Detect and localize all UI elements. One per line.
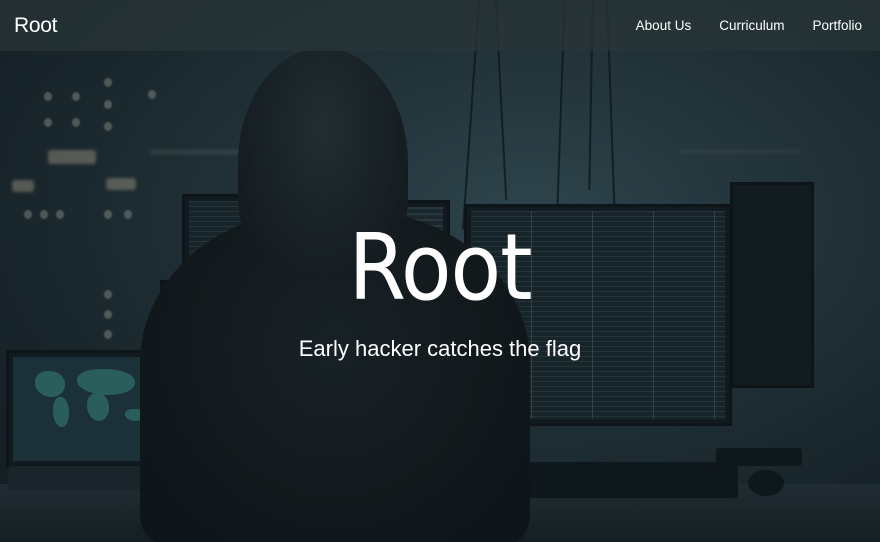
hero-title: Root	[348, 214, 532, 321]
hero-content: Root Early hacker catches the flag	[0, 218, 880, 362]
nav-links: About Us Curriculum Portfolio	[636, 18, 862, 33]
top-navbar: Root About Us Curriculum Portfolio	[0, 0, 880, 51]
nav-link-portfolio[interactable]: Portfolio	[812, 18, 862, 33]
hero-section: Root About Us Curriculum Portfolio Root …	[0, 0, 880, 542]
brand-logo-link[interactable]: Root	[14, 14, 57, 38]
nav-link-about-us[interactable]: About Us	[636, 18, 692, 33]
hero-subtitle: Early hacker catches the flag	[298, 336, 582, 361]
nav-link-curriculum[interactable]: Curriculum	[719, 18, 784, 33]
